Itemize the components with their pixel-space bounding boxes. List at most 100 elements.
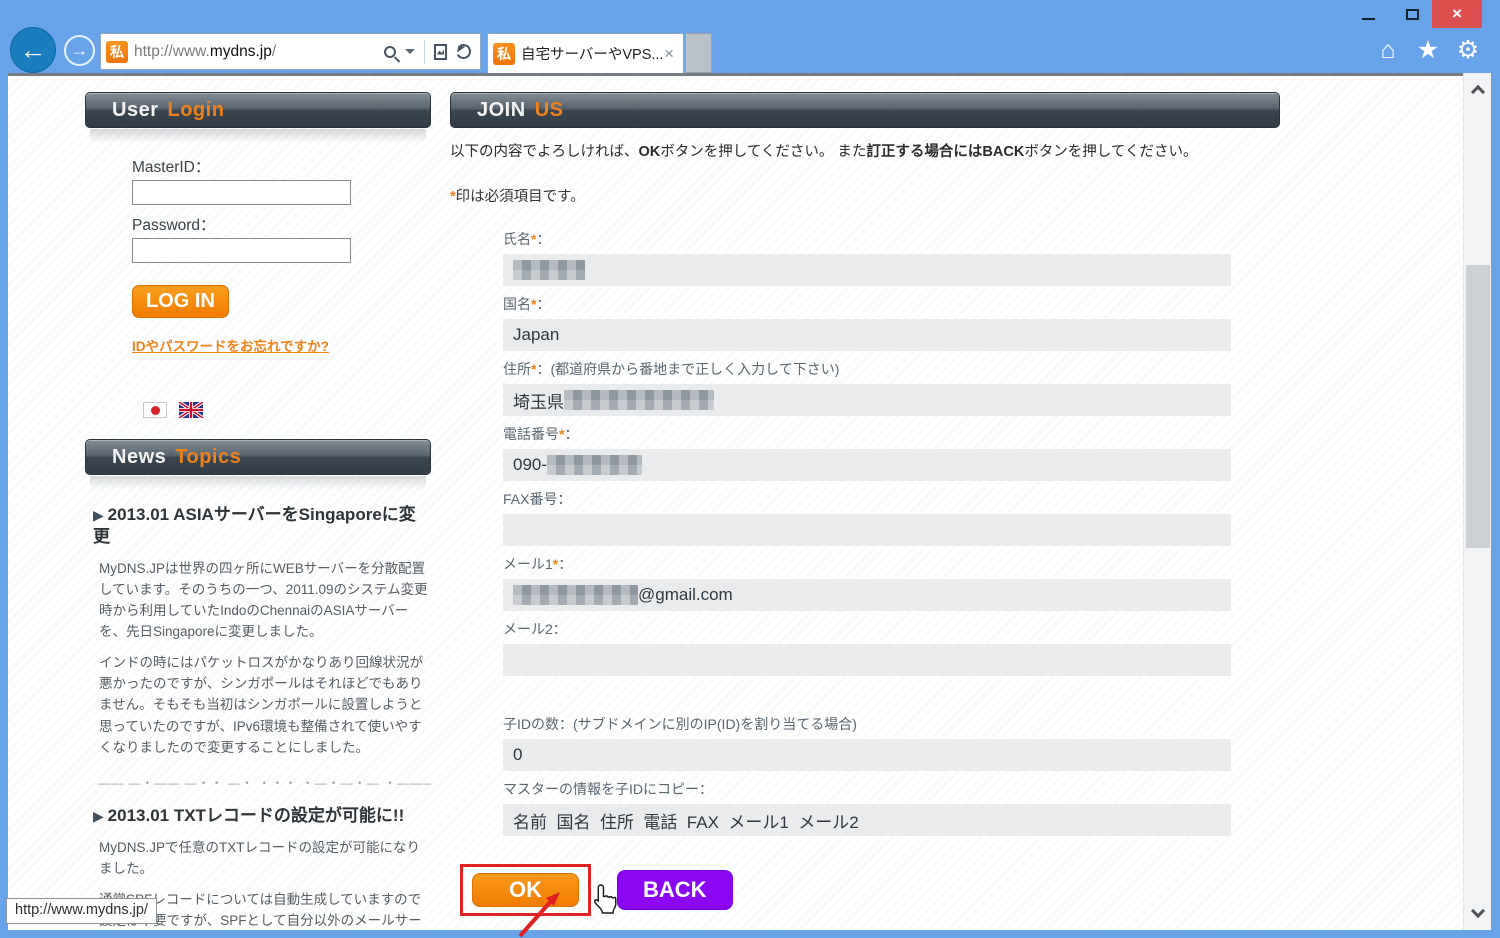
page-content: UserLogin MasterID： Password： LOG IN IDや…	[8, 73, 1463, 930]
form-row-1: 国名*： Japan	[503, 295, 1231, 351]
field-label: メール1*：	[503, 555, 1231, 573]
triangle-bullet-icon: ▶	[93, 808, 108, 824]
news-headline[interactable]: ▶ 2013.01 TXTレコードの設定が可能に!!	[93, 805, 431, 827]
tab-close-icon[interactable]: ×	[664, 44, 683, 64]
browser-tab[interactable]: 私 自宅サーバーやVPS... ×	[487, 33, 684, 73]
close-button[interactable]: ×	[1432, 0, 1482, 28]
forward-arrow-icon: →	[71, 40, 89, 61]
scroll-down-icon[interactable]	[1471, 904, 1485, 918]
field-label: 氏名*：	[503, 230, 1231, 248]
news-headline[interactable]: ▶ 2013.01 ASIAサーバーをSingaporeに変更	[93, 504, 431, 548]
tab-title: 自宅サーバーやVPS...	[521, 43, 663, 64]
field-value	[503, 514, 1231, 546]
user-login-header: UserLogin	[85, 92, 431, 128]
address-bar[interactable]: 私 http://www.mydns.jp/	[100, 33, 481, 70]
news-list: ▶ 2013.01 ASIAサーバーをSingaporeに変更 MyDNS.JPは…	[85, 504, 431, 930]
confirmation-form: 氏名*： 国名*： Japan 住所*：(都道府県から番地まで正しく入力して下さい)埼…	[503, 230, 1231, 836]
field-label: 電話番号*：	[503, 425, 1231, 443]
instruction-segment: ボタンを押してください。 また	[660, 144, 866, 160]
url-text: http://www.mydns.jp/	[134, 43, 276, 61]
refresh-icon[interactable]	[454, 42, 472, 60]
instruction-segment: 訂正する場合には	[866, 144, 982, 160]
tab-favicon: 私	[493, 43, 515, 65]
chevron-down-icon[interactable]	[405, 49, 415, 54]
form-row-0: 氏名*：	[503, 230, 1231, 286]
search-icon[interactable]	[384, 46, 396, 58]
instruction-segment: 以下の内容でよろしければ、	[450, 144, 639, 160]
new-tab-button[interactable]	[685, 33, 712, 73]
field-value: Japan	[503, 319, 1231, 351]
login-form: MasterID： Password： LOG IN IDやパスワードをお忘れで…	[132, 155, 431, 356]
browser-window: × ← → 私 http://www.mydns.jp/ 私 自宅サーバーやVP…	[0, 0, 1500, 938]
form-row-2: 住所*：(都道府県から番地まで正しく入力して下さい)埼玉県	[503, 360, 1231, 416]
form-row-7: 子IDの数：(サブドメインに別のIP(ID)を割り当てる場合) 0	[503, 676, 1231, 771]
field-value: 名前 国名 住所 電話 FAX メール1 メール2	[503, 804, 1231, 836]
minimize-icon	[1362, 18, 1375, 20]
settings-gear-icon[interactable]: ⚙	[1452, 33, 1484, 67]
masterid-input[interactable]	[132, 180, 351, 205]
redacted-value	[513, 585, 638, 605]
password-input[interactable]	[132, 238, 351, 263]
instruction-segment: OK	[639, 144, 661, 160]
instruction-text: 以下の内容でよろしければ、OKボタンを押してください。 また訂正する場合にはBA…	[450, 140, 1280, 161]
field-label: 住所*：(都道府県から番地まで正しく入力して下さい)	[503, 360, 1231, 378]
news-separator: ―― ―・―― ―・・ ―・ ・・・ ・―・―・― ・――― ・――・	[98, 774, 431, 791]
minimize-button[interactable]	[1348, 0, 1388, 28]
home-icon[interactable]: ⌂	[1372, 33, 1404, 67]
close-icon: ×	[1452, 4, 1462, 24]
login-button[interactable]: LOG IN	[132, 285, 229, 318]
maximize-button[interactable]	[1392, 0, 1432, 28]
ok-annotation-box: OK	[460, 864, 591, 916]
scrollbar-thumb[interactable]	[1466, 265, 1490, 548]
field-label: 国名*：	[503, 295, 1231, 313]
news-paragraph: インドの時にはパケットロスがかなりあり回線状況が悪かったのですが、シンガポールは…	[99, 652, 431, 757]
field-note: (都道府県から番地まで正しく入力して下さい)	[550, 361, 839, 377]
form-row-4: FAX番号：	[503, 490, 1231, 546]
status-url-tooltip: http://www.mydns.jp/	[6, 898, 157, 924]
join-us-header: JOINUS	[450, 92, 1280, 128]
ok-button[interactable]: OK	[472, 873, 579, 907]
field-value: 0	[503, 739, 1231, 771]
instruction-segment: ボタンを押してください。	[1024, 144, 1197, 160]
field-value: 090-	[503, 449, 1231, 481]
maximize-icon	[1406, 9, 1419, 20]
news-paragraph: MyDNS.JPは世界の四ヶ所にWEBサーバーを分散配置しています。そのうちの一…	[99, 558, 431, 642]
compatibility-view-icon[interactable]	[434, 44, 447, 60]
main-column: JOINUS 以下の内容でよろしければ、OKボタンを押してください。 また訂正す…	[450, 92, 1280, 916]
news-paragraph: MyDNS.JPで任意のTXTレコードの設定が可能になりました。	[99, 837, 431, 879]
password-label: Password：	[132, 213, 431, 235]
favorites-star-icon[interactable]: ★	[1412, 33, 1444, 67]
header-reflection	[90, 476, 426, 490]
scroll-up-icon[interactable]	[1471, 85, 1485, 99]
vertical-scrollbar[interactable]	[1463, 73, 1491, 930]
form-row-8: マスターの情報を子IDにコピー： 名前 国名 住所 電話 FAX メール1 メール…	[503, 780, 1231, 836]
masterid-label: MasterID：	[132, 155, 431, 177]
sidebar: UserLogin MasterID： Password： LOG IN IDや…	[85, 92, 431, 930]
field-value	[503, 254, 1231, 286]
required-note: *印は必須項目です。	[450, 185, 1280, 206]
field-label: マスターの情報を子IDにコピー：	[503, 780, 1231, 798]
instruction-segment: BACK	[982, 144, 1024, 160]
field-value: @gmail.com	[503, 579, 1231, 611]
button-row: OK BACK	[460, 864, 1280, 916]
form-row-5: メール1*： @gmail.com	[503, 555, 1231, 611]
header-reflection	[90, 129, 426, 143]
japan-flag-icon[interactable]	[143, 402, 167, 418]
back-button[interactable]: ←	[10, 27, 56, 73]
field-value	[503, 644, 1231, 676]
field-label: メール2：	[503, 620, 1231, 638]
back-form-button[interactable]: BACK	[617, 870, 733, 910]
field-note: (サブドメインに別のIP(ID)を割り当てる場合)	[573, 716, 857, 732]
field-label: 子IDの数：(サブドメインに別のIP(ID)を割り当てる場合)	[503, 715, 1231, 733]
redacted-value	[513, 260, 585, 280]
site-favicon: 私	[106, 41, 128, 63]
form-row-6: メール2：	[503, 620, 1231, 676]
redacted-value	[547, 455, 642, 475]
forgot-password-link[interactable]: IDやパスワードをお忘れですか?	[132, 335, 329, 355]
redacted-value	[564, 390, 714, 410]
uk-flag-icon[interactable]	[178, 402, 204, 418]
forward-button[interactable]: →	[64, 35, 95, 66]
form-row-3: 電話番号*： 090-	[503, 425, 1231, 481]
back-arrow-icon: ←	[20, 35, 47, 66]
field-label: FAX番号：	[503, 490, 1231, 508]
